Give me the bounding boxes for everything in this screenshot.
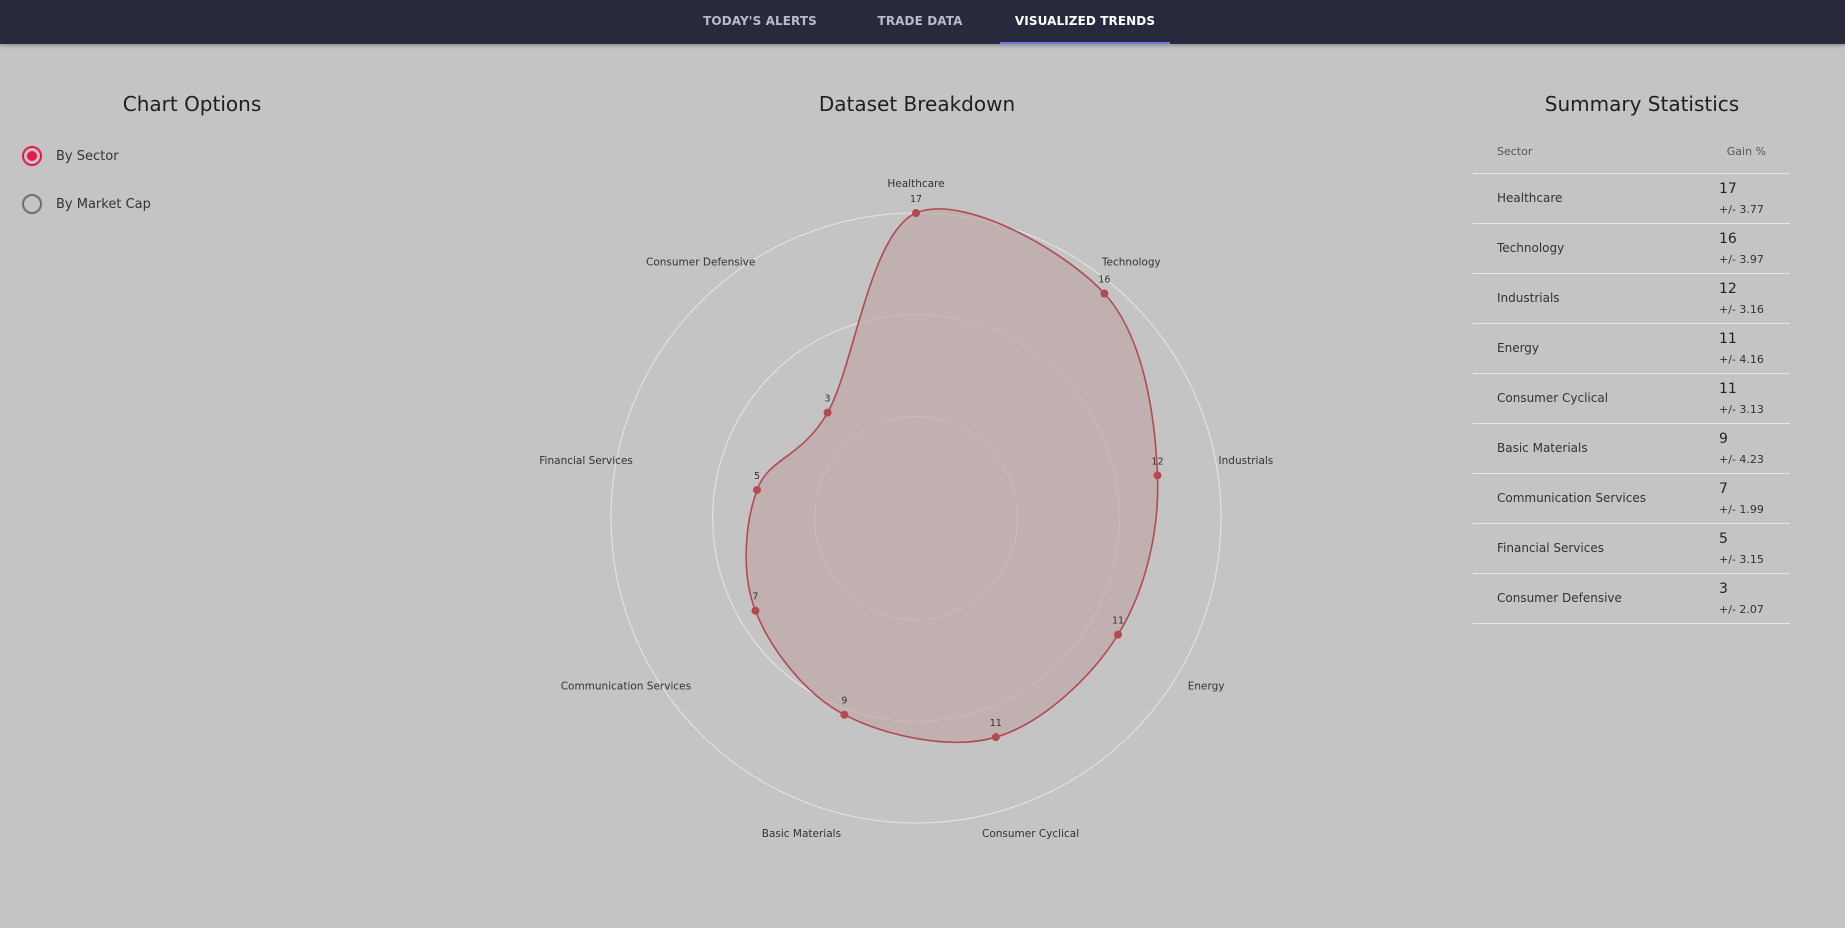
axis-label: Energy (1188, 681, 1225, 693)
row-gain: 3 (1719, 581, 1728, 597)
data-label: 3 (825, 394, 831, 405)
tab-visualized-trends[interactable]: VISUALIZED TRENDS (1000, 0, 1170, 44)
column-header-gain: Gain % (1726, 145, 1766, 158)
row-sector: Technology (1497, 241, 1565, 255)
table-row: Basic Materials 9 +/- 4.23 (1473, 424, 1790, 474)
row-error: +/- 3.15 (1719, 553, 1764, 566)
axis-label: Basic Materials (762, 828, 841, 840)
table-row: Industrials 12 +/- 3.16 (1473, 274, 1790, 324)
row-gain: 11 (1719, 331, 1737, 347)
radio-label: By Market Cap (56, 196, 151, 212)
data-label: 9 (841, 696, 847, 707)
series-area (745, 208, 1159, 743)
radio-button-checked[interactable] (22, 146, 42, 166)
table-header: Sector Gain % (1473, 130, 1790, 174)
row-gain: 16 (1719, 231, 1737, 247)
table-row: Consumer Defensive 3 +/- 2.07 (1473, 574, 1790, 624)
row-error: +/- 2.07 (1719, 603, 1764, 616)
row-error: +/- 4.23 (1719, 453, 1764, 466)
column-header-sector: Sector (1497, 145, 1533, 158)
axis-label: Industrials (1219, 455, 1274, 467)
data-point (752, 485, 761, 494)
row-error: +/- 3.77 (1719, 203, 1764, 216)
row-sector: Industrials (1497, 291, 1560, 305)
row-sector: Consumer Cyclical (1497, 391, 1609, 405)
axis-label: Technology (1101, 256, 1161, 268)
row-error: +/- 1.99 (1719, 503, 1764, 516)
table-row: Communication Services 7 +/- 1.99 (1473, 474, 1790, 524)
data-label: 12 (1151, 456, 1163, 467)
row-sector: Healthcare (1497, 191, 1563, 205)
row-gain: 7 (1719, 481, 1728, 497)
radar-chart: 17 16 12 11 11 9 7 5 3 Healthcare Technology Indust… (539, 178, 1274, 840)
summary-table: Sector Gain % Healthcare 17 +/- 3.77 Tec… (1473, 130, 1790, 624)
table-row: Energy 11 +/- 4.16 (1473, 324, 1790, 374)
table-row: Financial Services 5 +/- 3.15 (1473, 524, 1790, 574)
row-gain: 17 (1719, 181, 1737, 197)
row-gain: 9 (1719, 431, 1728, 447)
data-point (991, 733, 1000, 742)
axis-label: Consumer Cyclical (982, 828, 1079, 840)
table-row: Technology 16 +/- 3.97 (1473, 224, 1790, 274)
radio-button[interactable] (22, 194, 42, 214)
row-sector: Basic Materials (1497, 441, 1588, 455)
data-point (823, 408, 832, 417)
data-point (1153, 471, 1162, 480)
row-error: +/- 3.16 (1719, 303, 1764, 316)
row-gain: 12 (1719, 281, 1737, 297)
row-sector: Energy (1497, 341, 1540, 355)
row-error: +/- 3.13 (1719, 403, 1764, 416)
top-nav: TODAY'S ALERTS TRADE DATA VISUALIZED TRE… (0, 0, 1845, 44)
data-label: 7 (752, 592, 758, 603)
radio-label: By Sector (56, 148, 119, 164)
table-row: Consumer Cyclical 11 +/- 3.13 (1473, 374, 1790, 424)
row-sector: Communication Services (1497, 491, 1646, 505)
row-error: +/- 3.97 (1719, 253, 1764, 266)
data-label: 11 (990, 718, 1002, 729)
data-label: 17 (910, 194, 922, 205)
axis-label: Financial Services (539, 455, 633, 467)
row-gain: 11 (1719, 381, 1737, 397)
row-error: +/- 4.16 (1719, 353, 1764, 366)
data-label: 11 (1112, 616, 1124, 627)
axis-label: Communication Services (561, 681, 691, 693)
data-point (1100, 289, 1109, 298)
data-label: 16 (1098, 275, 1110, 286)
row-sector: Financial Services (1497, 541, 1604, 555)
data-point (1113, 630, 1122, 639)
tab-todays-alerts[interactable]: TODAY'S ALERTS (700, 0, 820, 44)
axis-label: Healthcare (887, 178, 944, 190)
data-point (751, 606, 760, 615)
row-sector: Consumer Defensive (1497, 591, 1622, 605)
row-gain: 5 (1719, 531, 1728, 547)
dataset-breakdown-title: Dataset Breakdown (818, 92, 1016, 116)
radio-by-market-cap[interactable]: By Market Cap (22, 192, 151, 216)
chart-options-title: Chart Options (122, 92, 262, 116)
tab-trade-data[interactable]: TRADE DATA (870, 0, 970, 44)
radio-by-sector[interactable]: By Sector (22, 144, 119, 168)
data-point (912, 209, 920, 217)
summary-statistics-title: Summary Statistics (1544, 92, 1740, 116)
table-row: Healthcare 17 +/- 3.77 (1473, 174, 1790, 224)
axis-label: Consumer Defensive (646, 256, 755, 268)
data-point (840, 710, 849, 719)
data-label: 5 (754, 471, 760, 482)
